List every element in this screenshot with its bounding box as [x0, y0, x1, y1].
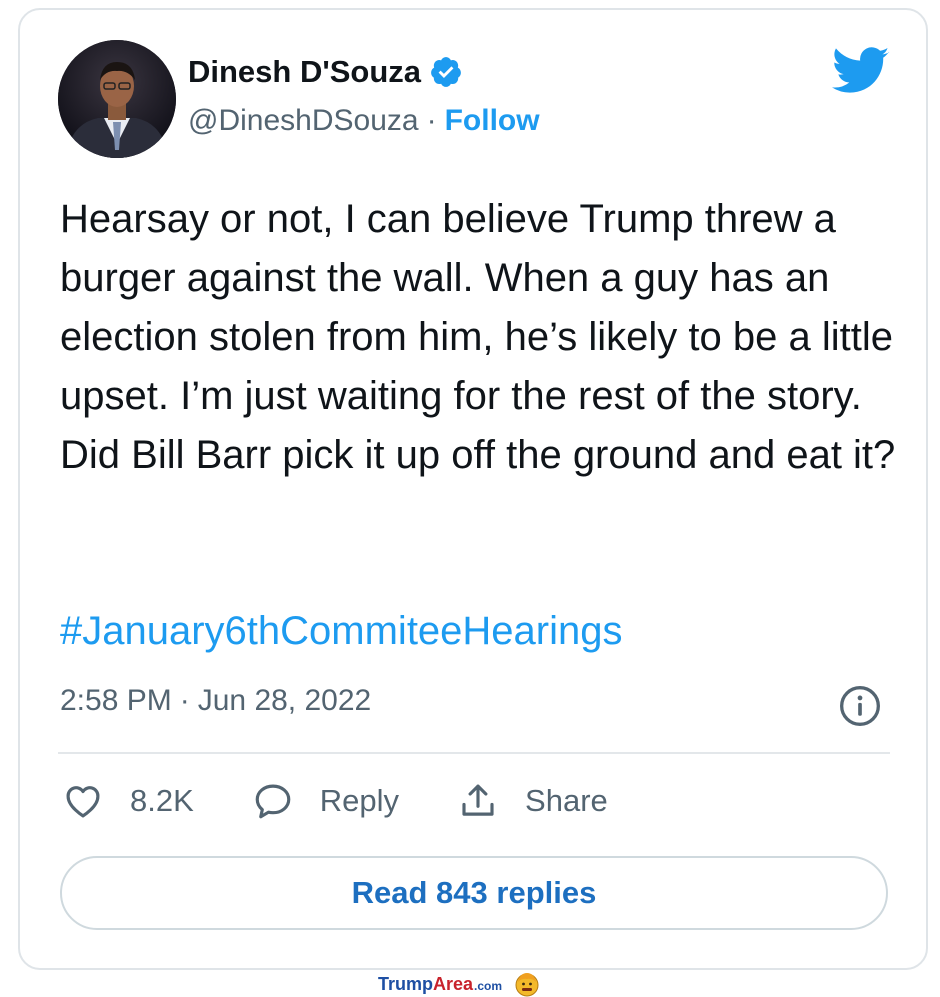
avatar[interactable]	[58, 40, 176, 158]
reply-label: Reply	[319, 783, 400, 818]
share-icon	[462, 784, 494, 816]
info-icon[interactable]	[838, 684, 882, 728]
timestamp-separator: ·	[179, 684, 190, 717]
watermark-part3: .com	[474, 979, 503, 993]
like-button[interactable]: 8.2K	[62, 780, 194, 822]
twitter-bird-icon[interactable]	[832, 46, 890, 96]
emoji-icon	[515, 973, 539, 997]
heart-icon	[66, 786, 100, 818]
like-count: 8.2K	[130, 783, 194, 818]
tweet-date: Jun 28, 2022	[197, 684, 372, 717]
tweet-text: Hearsay or not, I can believe Trump thre…	[60, 197, 896, 477]
handle-separator: ·	[426, 104, 437, 137]
hashtag-link[interactable]: #January6thCommiteeHearings	[60, 602, 623, 661]
author-handle[interactable]: @DineshDSouza	[188, 104, 419, 138]
read-replies-button[interactable]: Read 843 replies	[60, 856, 888, 930]
avatar-image	[58, 40, 176, 158]
share-label: Share	[525, 783, 608, 818]
tweet-time: 2:58 PM	[60, 684, 172, 717]
reply-icon	[255, 784, 291, 819]
tweet-actions: 8.2K Reply Share	[62, 780, 608, 822]
verified-icon	[431, 57, 461, 87]
author-name-row: Dinesh D'Souza	[188, 54, 463, 90]
share-button[interactable]: Share	[457, 780, 608, 822]
author-name[interactable]: Dinesh D'Souza	[188, 54, 421, 90]
watermark-part1: Trump	[378, 973, 434, 994]
watermark: Trump Area .com	[378, 971, 540, 997]
watermark-part2: Area	[433, 973, 474, 994]
divider	[58, 752, 890, 754]
reply-button[interactable]: Reply	[252, 780, 399, 822]
author-handle-row: @DineshDSouza · Follow	[188, 104, 540, 138]
tweet-card	[18, 8, 928, 970]
follow-button[interactable]: Follow	[445, 104, 540, 138]
tweet-timestamp[interactable]: 2:58 PM · Jun 28, 2022	[60, 684, 371, 718]
